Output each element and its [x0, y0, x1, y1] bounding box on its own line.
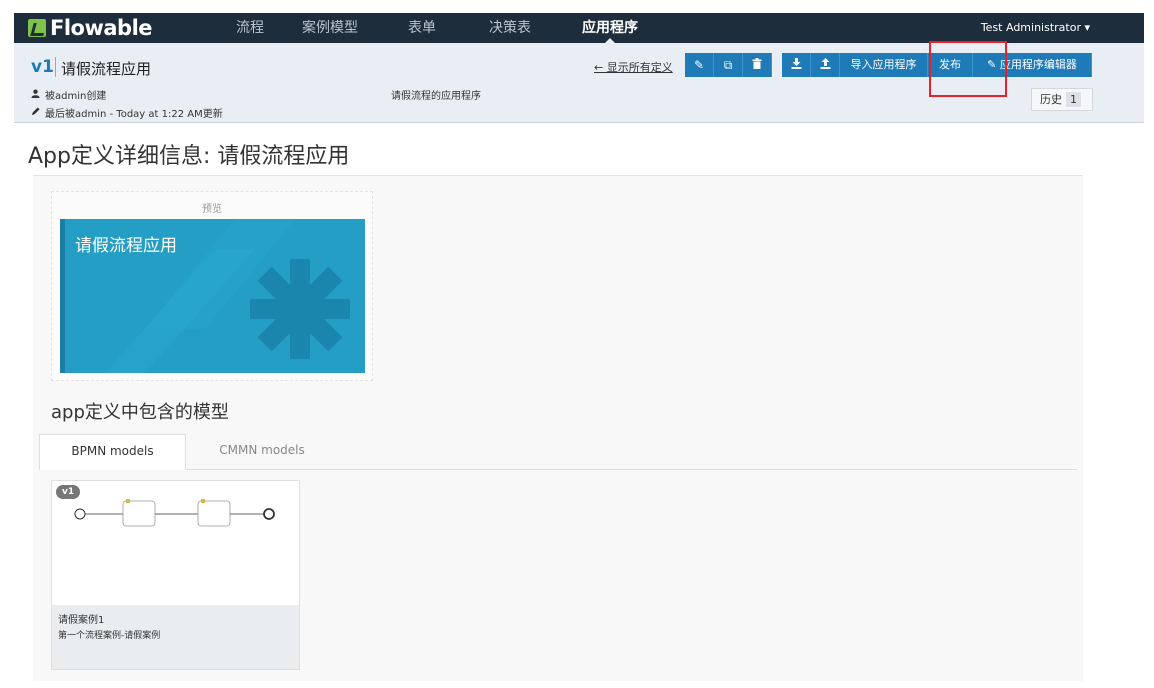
- history-count: 1: [1066, 92, 1081, 107]
- nav-item-processes[interactable]: 流程: [220, 13, 280, 43]
- pencil-icon: [31, 106, 41, 119]
- edit-button[interactable]: ✎: [685, 53, 714, 77]
- model-description: 第一个流程案例-请假案例: [58, 631, 161, 641]
- flowable-logo-icon: [28, 19, 46, 37]
- logo-text: Flowable: [50, 16, 153, 40]
- app-editor-label: 应用程序编辑器: [999, 58, 1077, 71]
- created-by-text: 被admin创建: [45, 91, 107, 102]
- header-divider: [55, 57, 56, 77]
- version-label: v1: [31, 57, 54, 77]
- bpmn-thumbnail: [74, 499, 275, 527]
- export-deploy-button[interactable]: [811, 53, 840, 77]
- model-card[interactable]: v1 请假案例1 第一个流程案例-请假案例: [51, 480, 300, 670]
- created-by-row: 被admin创建: [31, 87, 106, 102]
- app-tile: 请假流程应用: [60, 219, 365, 373]
- tile-title: 请假流程应用: [75, 236, 177, 256]
- export-button[interactable]: [782, 53, 811, 77]
- delete-button[interactable]: [743, 53, 772, 77]
- model-tabs: BPMN models CMMN models: [39, 434, 1077, 470]
- page-title: App定义详细信息: 请假流程应用: [28, 144, 350, 169]
- nav-item-decision-tables[interactable]: 决策表: [476, 13, 544, 43]
- top-navbar: Flowable 流程 案例模型 表单 决策表 应用程序 Test Admini…: [14, 13, 1144, 44]
- user-icon: [31, 89, 41, 101]
- definition-content: 预览 请假流程应用 app定义中包含的模型 BPMN models CMMN m…: [33, 175, 1083, 681]
- copy-button[interactable]: ⧉: [714, 53, 743, 77]
- nav-item-case-models[interactable]: 案例模型: [296, 13, 364, 43]
- show-all-definitions-link[interactable]: ← 显示所有定义: [594, 59, 673, 75]
- history-label: 历史: [1040, 93, 1062, 106]
- trash-icon: [752, 58, 762, 72]
- download-icon: [791, 58, 802, 72]
- updated-by-row: 最后被admin - Today at 1:22 AM更新: [31, 105, 223, 120]
- updated-by-text: 最后被admin - Today at 1:22 AM更新: [45, 109, 223, 120]
- import-app-button[interactable]: 导入应用程序: [840, 53, 928, 77]
- flowable-logo[interactable]: Flowable: [28, 16, 153, 40]
- preview-label: 预览: [202, 204, 222, 215]
- nav-item-forms[interactable]: 表单: [394, 13, 450, 43]
- models-section-title: app定义中包含的模型: [51, 402, 229, 423]
- nav-item-apps[interactable]: 应用程序: [572, 13, 648, 44]
- publish-highlight-box: [929, 41, 1007, 97]
- edit-icon: ✎: [693, 58, 705, 72]
- app-name: 请假流程应用: [61, 60, 152, 78]
- model-name: 请假案例1: [58, 615, 105, 626]
- model-card-footer: 请假案例1 第一个流程案例-请假案例: [52, 605, 299, 669]
- copy-icon: ⧉: [723, 58, 733, 72]
- upload-icon: [820, 58, 831, 72]
- user-menu[interactable]: Test Administrator ▾: [981, 13, 1090, 43]
- tab-cmmn-models[interactable]: CMMN models: [186, 434, 338, 470]
- tab-bpmn-models[interactable]: BPMN models: [39, 434, 186, 470]
- app-description: 请假流程的应用程序: [391, 91, 481, 102]
- preview-panel: 预览 请假流程应用: [51, 191, 373, 381]
- history-button[interactable]: 历史 1: [1031, 88, 1093, 111]
